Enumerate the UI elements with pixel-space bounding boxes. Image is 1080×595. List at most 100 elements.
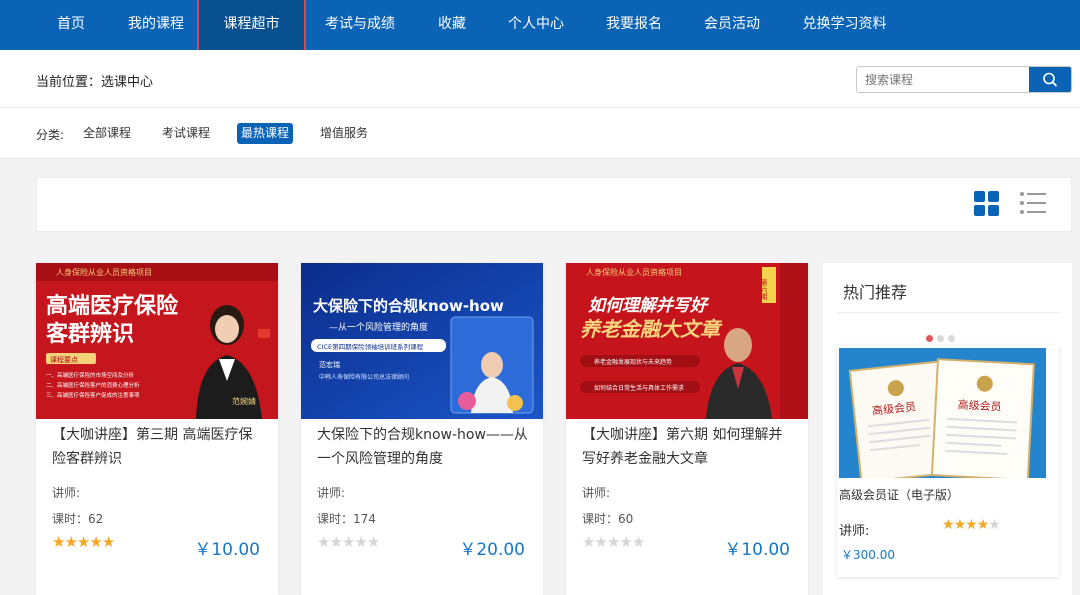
banner-speaker: 范婉婧 bbox=[232, 396, 256, 406]
course-lecturer: 讲师: bbox=[582, 486, 611, 500]
star-filled-icon: ★ bbox=[101, 533, 115, 551]
recommend-lecturer: 讲师: bbox=[839, 524, 870, 539]
grid-icon bbox=[974, 191, 999, 216]
svg-text:三、高端医疗保险客户促成的注意事项: 三、高端医疗保险客户促成的注意事项 bbox=[46, 391, 140, 399]
star-empty-icon: ★ bbox=[582, 533, 595, 551]
nav-redeem-materials[interactable]: 兑换学习资料 bbox=[797, 0, 892, 50]
carousel-dot[interactable] bbox=[926, 335, 933, 342]
course-hours: 课时：60 bbox=[582, 512, 634, 526]
recommend-title[interactable]: 高级会员证（电子版） bbox=[839, 486, 959, 503]
star-empty-icon: ★ bbox=[366, 533, 380, 551]
course-card[interactable]: 大保险下的合规know-how —从一个风险管理的角度 CICE第四期保险领袖培… bbox=[301, 263, 543, 595]
course-price: ￥10.00 bbox=[194, 540, 260, 560]
carousel-dot[interactable] bbox=[948, 335, 955, 342]
filter-exam-courses[interactable]: 考试课程 bbox=[158, 123, 214, 144]
banner-series: CICE第四期保险领袖培训班系列课程 bbox=[317, 342, 424, 351]
carousel-dots bbox=[926, 327, 959, 346]
banner-headline: 如何理解并写好 bbox=[588, 296, 710, 316]
banner-headline: 客群辨识 bbox=[46, 321, 134, 347]
course-hours: 课时：174 bbox=[317, 512, 376, 526]
course-thumbnail: 大保险下的合规know-how —从一个风险管理的角度 CICE第四期保险领袖培… bbox=[301, 263, 543, 419]
course-thumbnail: 人身保险从业人员资格项目 如何理解并写好 养老金融大文章 养老金融发展现状与未来… bbox=[566, 263, 808, 419]
svg-text:二、高端医疗保险客户的消费心理分析: 二、高端医疗保险客户的消费心理分析 bbox=[46, 381, 140, 389]
filter-value-added[interactable]: 增值服务 bbox=[316, 123, 372, 144]
rating-stars: ★★★★★ bbox=[582, 533, 645, 551]
nav-member-activities[interactable]: 会员活动 bbox=[699, 0, 765, 50]
star-empty-icon: ★ bbox=[354, 533, 367, 551]
course-price: ￥20.00 bbox=[459, 540, 525, 560]
svg-text:高级会员: 高级会员 bbox=[957, 397, 1002, 413]
category-filter-bar: 分类: 全部课程 考试课程 最热课程 增值服务 bbox=[0, 108, 1080, 159]
course-lecturer: 讲师: bbox=[317, 486, 346, 500]
top-nav: 首页 我的课程 课程超市 考试与成绩 收藏 个人中心 我要报名 会员活动 兑换学… bbox=[0, 0, 1080, 50]
star-empty-icon: ★ bbox=[594, 533, 607, 551]
course-title[interactable]: 大保险下的合规know-how——从一个风险管理的角度 bbox=[317, 423, 529, 471]
star-empty-icon: ★ bbox=[317, 533, 330, 551]
search-icon bbox=[1043, 72, 1057, 87]
course-title[interactable]: 【大咖讲座】第六期 如何理解并写好养老金融大文章 bbox=[582, 423, 794, 471]
star-empty-icon: ★ bbox=[619, 533, 632, 551]
rating-stars: ★★★★★ bbox=[317, 533, 380, 551]
view-toolbar bbox=[36, 177, 1072, 232]
course-hours: 课时：62 bbox=[52, 512, 104, 526]
search-box bbox=[856, 66, 1072, 93]
star-filled-icon: ★ bbox=[52, 533, 65, 551]
rating-stars: ★★★★★ bbox=[52, 533, 115, 551]
recommend-thumbnail: 高级会员 高级会员 bbox=[839, 348, 1046, 478]
search-button[interactable] bbox=[1029, 67, 1071, 92]
grid-view-button[interactable] bbox=[973, 190, 1001, 218]
nav-personal-center[interactable]: 个人中心 bbox=[503, 0, 569, 50]
banner-speaker: 范宏瑞 bbox=[319, 360, 340, 369]
carousel-dot[interactable] bbox=[937, 335, 944, 342]
star-empty-icon: ★ bbox=[631, 533, 645, 551]
svg-text:养老金融发展现状与未来趋势: 养老金融发展现状与未来趋势 bbox=[594, 358, 672, 366]
nav-my-courses[interactable]: 我的课程 bbox=[123, 0, 189, 50]
course-price: ￥10.00 bbox=[724, 540, 790, 560]
course-lecturer: 讲师: bbox=[52, 486, 81, 500]
banner-headline: 养老金融大文章 bbox=[580, 317, 723, 341]
star-empty-icon: ★ bbox=[606, 533, 620, 551]
nav-home[interactable]: 首页 bbox=[51, 0, 91, 50]
banner-headline: 大保险下的合规know-how bbox=[313, 297, 504, 315]
star-filled-icon: ★ bbox=[976, 517, 990, 533]
course-title[interactable]: 【大咖讲座】第三期 高端医疗保险客群辨识 bbox=[52, 423, 264, 471]
filter-label: 分类: bbox=[36, 128, 65, 142]
banner-tag: 第六期 bbox=[760, 278, 768, 301]
recommend-card[interactable]: 高级会员 高级会员 高级会员证（电子版） 讲师: ★★★★★ ￥300.00 bbox=[837, 345, 1059, 577]
recommend-price: ￥300.00 bbox=[841, 548, 895, 562]
nav-favorites[interactable]: 收藏 bbox=[432, 0, 472, 50]
search-input[interactable] bbox=[857, 67, 1030, 92]
banner-company: 中韩人寿保险有限公司总法律顾问 bbox=[319, 373, 409, 381]
star-filled-icon: ★ bbox=[89, 533, 102, 551]
star-filled-icon: ★ bbox=[64, 533, 77, 551]
star-empty-icon: ★ bbox=[988, 517, 1001, 533]
nav-enroll[interactable]: 我要报名 bbox=[601, 0, 667, 50]
list-icon bbox=[1020, 192, 1046, 214]
panel-title: 热门推荐 bbox=[843, 283, 908, 302]
banner-header: 人身保险从业人员资格项目 bbox=[586, 267, 682, 277]
hot-recommend-panel: 热门推荐 高级会员 高级会员 高级会员证（电子版） 讲师: ★★★★★ ￥300… bbox=[823, 263, 1072, 595]
svg-text:一、高端医疗保险的市场空间及分析: 一、高端医疗保险的市场空间及分析 bbox=[46, 371, 135, 379]
rating-stars: ★★★★★ bbox=[942, 517, 1001, 533]
filter-hot-courses[interactable]: 最热课程 bbox=[237, 123, 294, 144]
filter-all-courses[interactable]: 全部课程 bbox=[79, 123, 135, 144]
svg-text:如何结合日常生活与具体工作需求: 如何结合日常生活与具体工作需求 bbox=[594, 384, 684, 392]
star-empty-icon: ★ bbox=[329, 533, 342, 551]
course-card[interactable]: 人身保险从业人员资格项目 如何理解并写好 养老金融大文章 养老金融发展现状与未来… bbox=[566, 263, 808, 595]
course-card[interactable]: 人身保险从业人员资格项目 高端医疗保险 客群辨识 课程要点 一、高端医疗保险的市… bbox=[36, 263, 278, 595]
nav-exams[interactable]: 考试与成绩 bbox=[320, 0, 400, 50]
banner-subheadline: —从一个风险管理的角度 bbox=[329, 321, 428, 333]
banner-header: 人身保险从业人员资格项目 bbox=[56, 267, 152, 277]
star-filled-icon: ★ bbox=[965, 517, 978, 533]
breadcrumb: 当前位置：选课中心 bbox=[36, 75, 154, 90]
breadcrumb-bar: 当前位置：选课中心 bbox=[0, 50, 1080, 108]
star-empty-icon: ★ bbox=[341, 533, 355, 551]
star-filled-icon: ★ bbox=[953, 517, 967, 533]
list-view-button[interactable] bbox=[1019, 190, 1047, 218]
banner-headline: 高端医疗保险 bbox=[46, 293, 179, 319]
star-filled-icon: ★ bbox=[942, 517, 955, 533]
star-filled-icon: ★ bbox=[76, 533, 90, 551]
banner-points-title: 课程要点 bbox=[50, 355, 78, 364]
course-thumbnail: 人身保险从业人员资格项目 高端医疗保险 客群辨识 课程要点 一、高端医疗保险的市… bbox=[36, 263, 278, 419]
divider bbox=[837, 312, 1061, 313]
